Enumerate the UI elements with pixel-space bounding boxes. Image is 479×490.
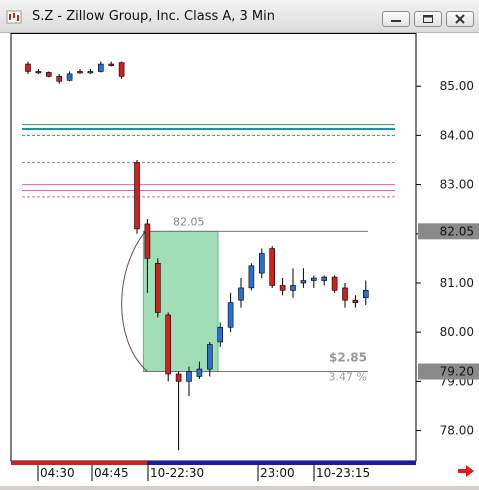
candle-body[interactable] [35,71,42,74]
x-tick-label: 04:30 [40,466,75,480]
candle-body[interactable] [342,287,348,301]
chart-app-icon [6,10,22,24]
session-bar-premarket [11,461,147,465]
restore-icon [423,15,433,23]
session-bar-regular [147,461,416,465]
right-arrow-icon[interactable] [458,465,474,477]
y-tick-label: 81.00 [440,276,474,290]
chart-area[interactable]: 82.05$2.853.47 %85.0084.0083.0082.0081.0… [0,33,479,486]
y-tick-label: 80.00 [440,325,474,339]
candle-body[interactable] [248,265,255,289]
minimize-icon [391,20,401,22]
candle-body[interactable] [118,62,125,77]
candle-body[interactable] [155,262,161,313]
candle-body[interactable] [331,276,338,291]
x-tick-label: 04:45 [94,466,129,480]
measure-percent-label: 3.47 % [329,371,367,384]
y-tick-label: 84.00 [440,128,474,142]
close-icon [455,14,465,24]
measure-change-label: $2.85 [329,351,367,365]
candle-body[interactable] [108,63,114,66]
x-tick-label: 10-22:30 [150,466,204,480]
y-tick-label: 83.00 [440,178,474,192]
candle-body[interactable] [321,276,328,281]
x-tick-label: 10-23:15 [316,466,370,480]
candle-body[interactable] [300,280,307,284]
candle-body[interactable] [144,223,151,259]
title-bar[interactable]: S.Z - Zillow Group, Inc. Class A, 3 Min [0,0,479,33]
chart-window: S.Z - Zillow Group, Inc. Class A, 3 Min … [0,0,479,486]
measure-high-label: 82.05 [173,215,205,228]
minimize-button[interactable] [382,11,410,27]
candle-body[interactable] [175,373,182,382]
candle-body[interactable] [238,287,244,301]
candle-body[interactable] [196,368,203,377]
candle-body[interactable] [25,63,31,72]
candle-body[interactable] [45,72,52,77]
y-tick-label: 85.00 [440,79,474,93]
candle-body[interactable] [207,344,213,370]
window-title: S.Z - Zillow Group, Inc. Class A, 3 Min [32,9,275,24]
close-button[interactable] [446,11,474,27]
candle-body[interactable] [279,285,286,291]
candle-body[interactable] [227,302,234,328]
candle-body[interactable] [352,299,359,303]
candle-body[interactable] [87,71,94,74]
candle-body[interactable] [56,76,63,82]
candle-body[interactable] [217,326,223,343]
y-tick-label: 78.00 [440,424,474,438]
candle-body[interactable] [66,73,73,81]
candle-body[interactable] [134,162,140,230]
price-chart[interactable]: 82.05$2.853.47 %85.0084.0083.0082.0081.0… [0,33,479,486]
candle-body[interactable] [310,277,317,281]
x-tick-label: 23:00 [260,466,295,480]
price-tag-label: 82.05 [440,224,474,238]
restore-button[interactable] [414,11,442,27]
candle-body[interactable] [290,285,296,291]
candle-body[interactable] [269,248,276,286]
candle-body[interactable] [165,314,171,375]
measure-box [142,230,219,373]
candle-body[interactable] [98,63,104,72]
candle-body[interactable] [258,253,265,274]
price-tag-label: 79.20 [440,365,474,379]
candle-body[interactable] [362,290,369,299]
candle-body[interactable] [186,371,192,382]
candle-body[interactable] [77,71,83,74]
